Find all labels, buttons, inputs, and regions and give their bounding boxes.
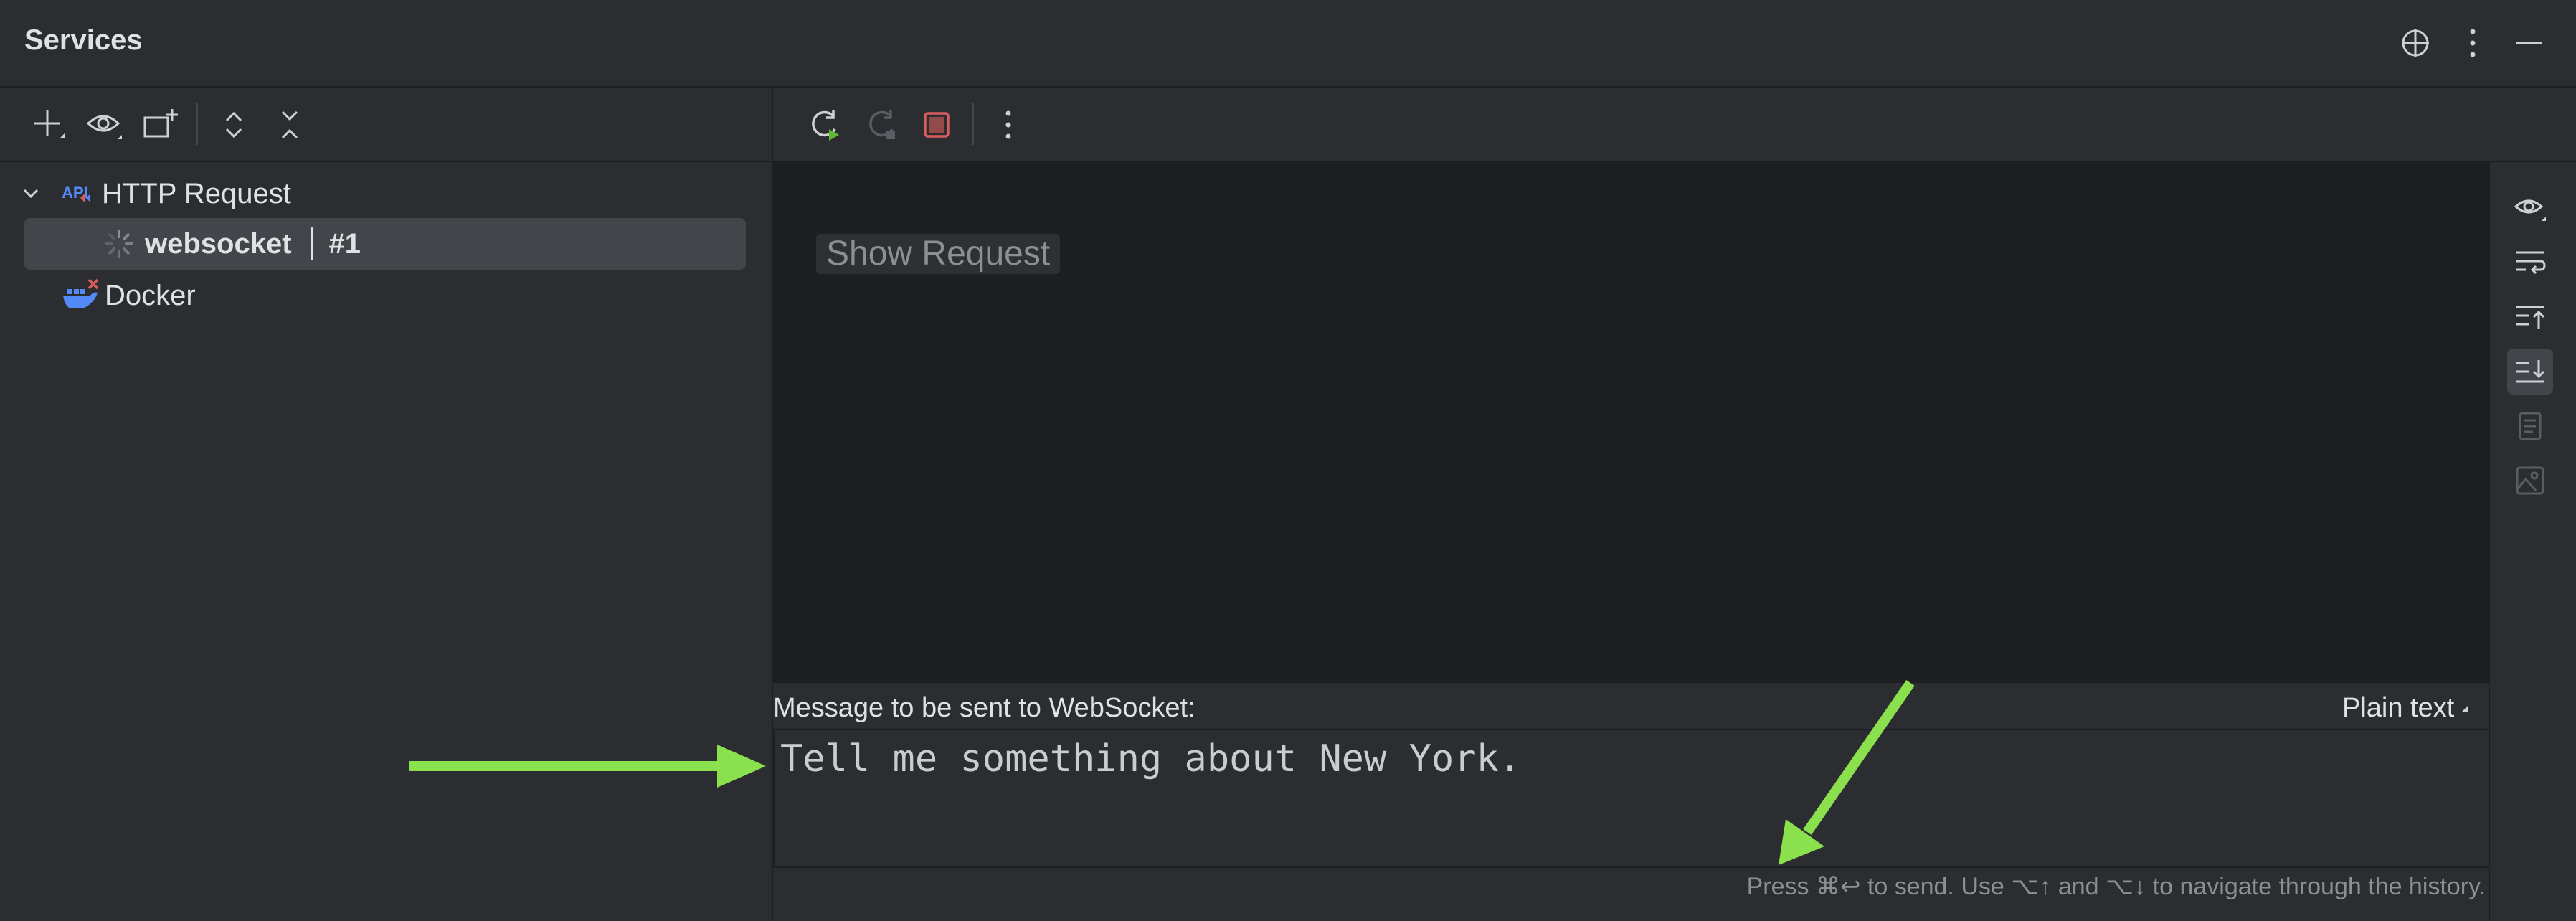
rerun-disabled-icon[interactable] [862, 105, 902, 145]
tool-window-title: Services [24, 24, 143, 56]
tree-item-docker[interactable]: Docker [62, 270, 196, 321]
toolbar-separator [196, 103, 198, 145]
copy-icon[interactable] [2507, 403, 2553, 449]
expand-all-icon[interactable] [214, 105, 254, 145]
annotation-arrow-input [409, 745, 766, 788]
new-group-icon[interactable] [141, 105, 181, 145]
dropdown-corner-icon [2460, 704, 2470, 714]
tree-item-websocket[interactable]: websocket #1 [103, 218, 361, 270]
image-icon[interactable] [2507, 458, 2553, 504]
tool-window-header [0, 0, 2576, 88]
more-icon[interactable] [988, 105, 1028, 145]
locate-icon[interactable] [2394, 22, 2437, 65]
show-request-button[interactable]: Show Request [816, 234, 1061, 274]
message-label: Message to be sent to WebSocket: [773, 693, 1195, 723]
message-format-label: Plain text [2342, 693, 2455, 723]
api-icon: API [62, 179, 96, 208]
docker-icon [62, 278, 102, 313]
minimize-icon[interactable] [2507, 22, 2550, 65]
spinner-icon [103, 228, 138, 260]
add-icon[interactable] [29, 105, 69, 145]
tree-item-label: websocket [145, 227, 292, 260]
collapse-all-icon[interactable] [270, 105, 310, 145]
scroll-to-end-icon[interactable] [2507, 349, 2553, 395]
tree-item-suffix: #1 [328, 227, 361, 260]
scroll-to-top-icon[interactable] [2507, 294, 2553, 340]
stop-icon[interactable] [917, 105, 957, 145]
output-side-toolbar [2489, 162, 2576, 921]
tree-item-label: HTTP Request [102, 177, 291, 209]
tree-item-http-request[interactable]: API HTTP Request [22, 168, 291, 219]
toolbar-separator [972, 103, 974, 145]
tree-item-label: Docker [105, 279, 196, 311]
soft-wrap-icon[interactable] [2507, 240, 2553, 285]
chevron-down-icon[interactable] [22, 184, 43, 203]
services-toolbar [0, 88, 772, 162]
session-toolbar [773, 88, 2576, 162]
send-hint: Press ⌘↩ to send. Use ⌥↑ and ⌥↓ to navig… [1746, 873, 2486, 900]
message-format-selector[interactable]: Plain text [2342, 693, 2470, 724]
eye-icon[interactable] [2507, 185, 2553, 231]
more-icon[interactable] [2451, 22, 2494, 65]
tree-item-divider [310, 227, 313, 260]
eye-icon[interactable] [85, 105, 125, 145]
message-input-value[interactable]: Tell me something about New York. [780, 737, 1521, 780]
rerun-icon[interactable] [805, 105, 845, 145]
